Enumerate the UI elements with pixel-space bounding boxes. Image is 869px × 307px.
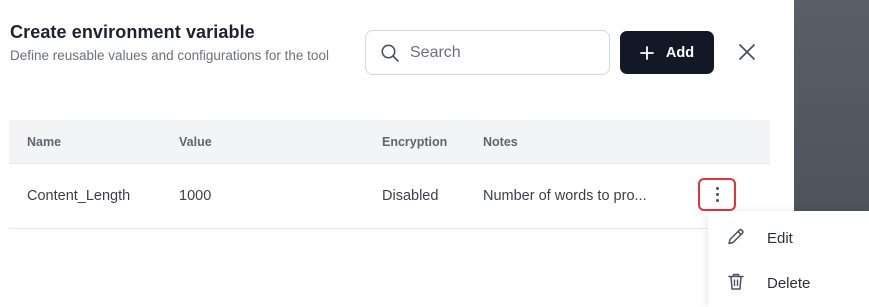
create-env-variable-dialog: Create environment variable Define reusa… [0,0,794,307]
close-button[interactable] [735,40,759,64]
column-header-name: Name [27,135,62,149]
cell-value: 1000 [179,188,212,204]
more-vertical-icon [715,187,719,190]
more-vertical-icon-dot [715,199,719,202]
plus-icon [640,45,654,60]
dialog-subtitle: Define reusable values and configuration… [10,48,329,63]
row-actions-menu: Edit Delete [708,211,869,307]
dialog-title: Create environment variable [10,22,255,42]
menu-item-delete-label: Delete [767,275,811,292]
column-header-encryption: Encryption [382,135,448,149]
cell-notes: Number of words to pro... [483,188,647,204]
row-actions-button[interactable] [698,178,736,211]
menu-item-edit-label: Edit [767,230,793,247]
close-icon [739,44,755,60]
cell-name: Content_Length [27,188,131,204]
more-vertical-icon-dot [715,193,719,196]
trash-icon [726,271,746,296]
pencil-icon [726,226,746,251]
cell-encryption: Disabled [382,188,439,204]
column-header-value: Value [179,135,212,149]
search-input[interactable]: Search [365,30,610,75]
table-header: Name Value Encryption Notes [9,120,770,164]
add-button[interactable]: Add [620,31,714,74]
table-row: Content_Length 1000 Disabled Number of w… [9,164,770,229]
add-button-label: Add [665,44,695,61]
menu-item-delete[interactable]: Delete [708,261,869,306]
search-placeholder: Search [410,43,461,61]
menu-item-edit[interactable]: Edit [708,216,869,261]
column-header-notes: Notes [483,135,518,149]
search-icon [381,44,399,62]
